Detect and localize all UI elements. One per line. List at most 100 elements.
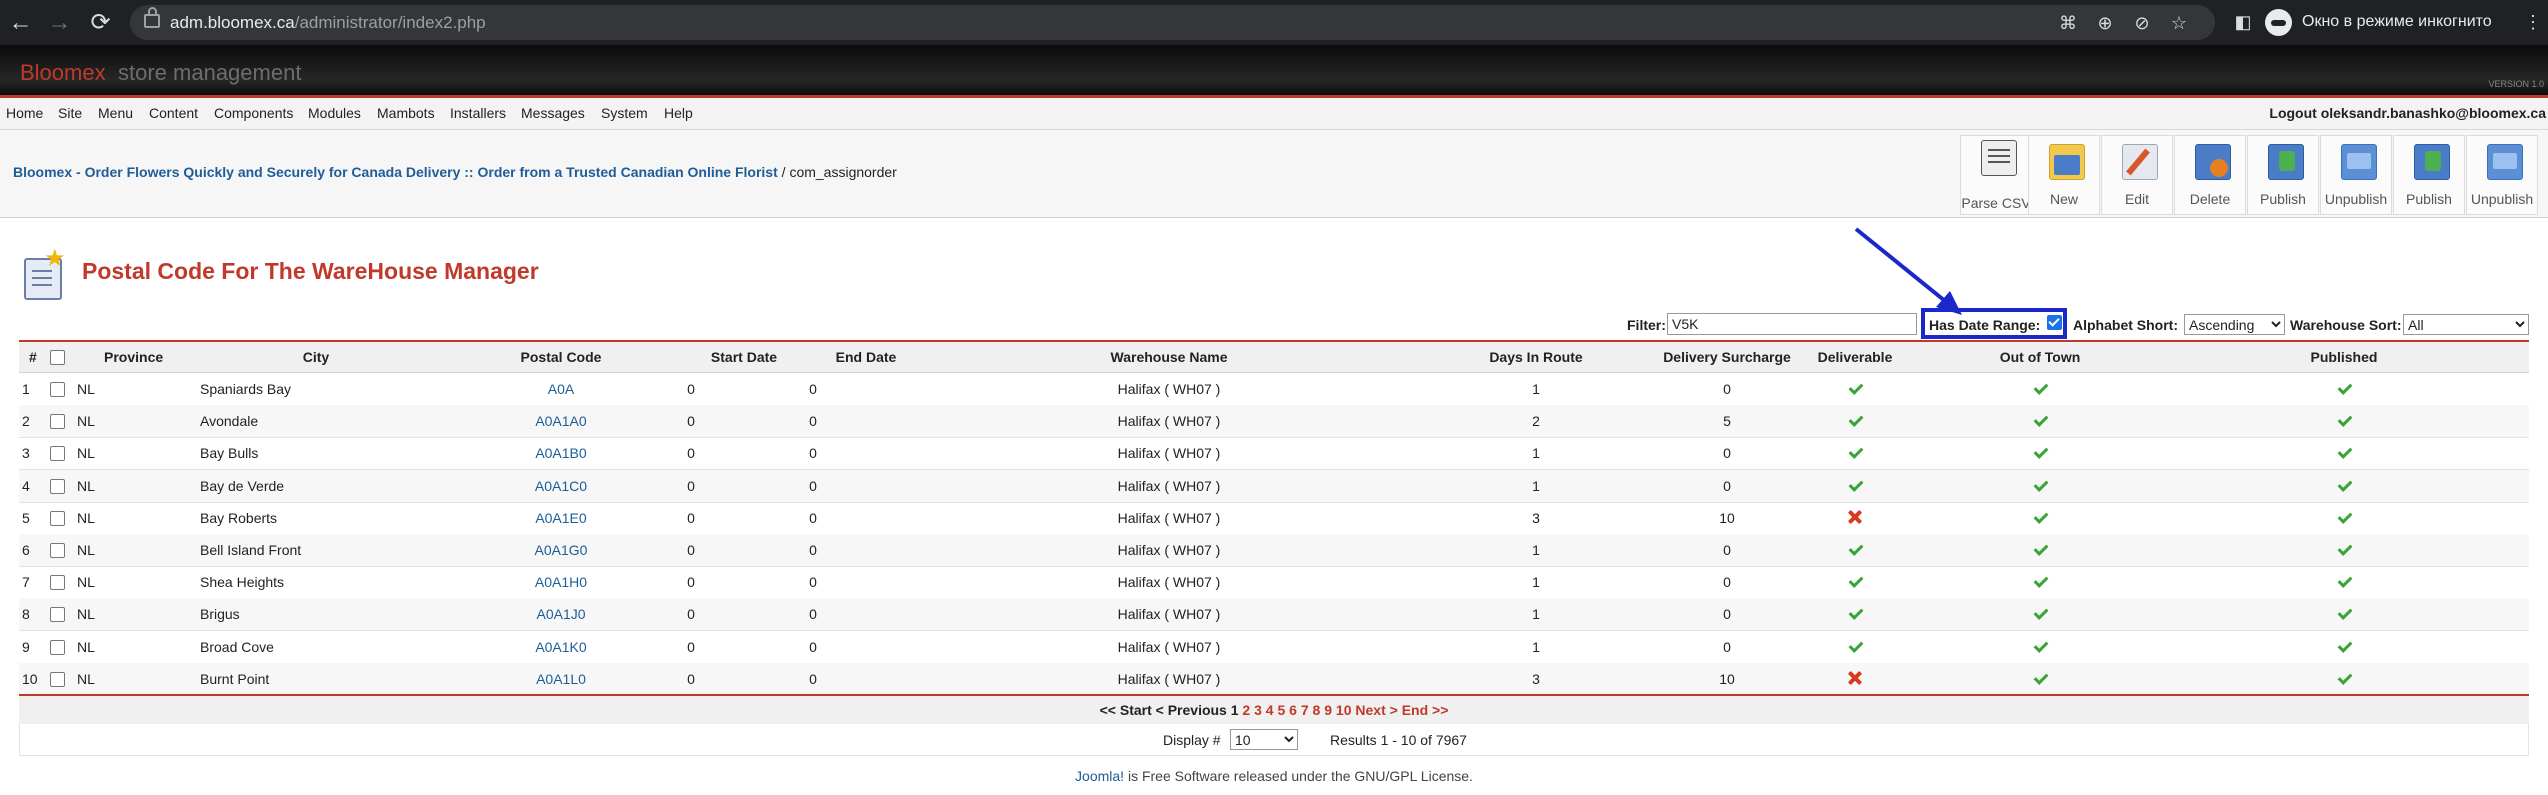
col-postal-code[interactable]: Postal Code [521,349,602,365]
out-of-town-check-icon[interactable] [2033,542,2047,556]
deliverable-check-icon[interactable] [1848,381,1862,395]
breadcrumb-site-link[interactable]: Bloomex - Order Flowers Quickly and Secu… [13,164,778,180]
delete-button[interactable]: Delete [2174,135,2246,215]
menu-modules[interactable]: Modules [308,105,361,121]
parse-csv-button[interactable]: Parse CSV [1960,135,2032,215]
row-checkbox[interactable] [50,671,65,687]
out-of-town-check-icon[interactable] [2033,639,2047,653]
cell-postal-code[interactable]: A0A [548,381,574,397]
published-check-icon[interactable] [2337,671,2351,685]
menu-system[interactable]: System [601,105,648,121]
menu-content[interactable]: Content [149,105,198,121]
col-delivery-surcharge[interactable]: Delivery Surcharge [1663,349,1791,365]
publish-button-2[interactable]: Publish [2393,135,2465,215]
page-link[interactable]: 10 [1336,702,1352,718]
row-checkbox[interactable] [50,543,65,558]
menu-mambots[interactable]: Mambots [377,105,435,121]
side-panel-icon[interactable]: ◧ [2230,9,2256,35]
col-out-of-town[interactable]: Out of Town [2000,349,2081,365]
page-link[interactable]: 5 [1277,702,1285,718]
bookmark-star-icon[interactable]: ☆ [2166,10,2192,36]
page-link[interactable]: 3 [1254,702,1262,718]
new-button[interactable]: New [2028,135,2100,215]
out-of-town-check-icon[interactable] [2033,606,2047,620]
reload-icon[interactable]: ⟳ [84,6,117,39]
cell-postal-code[interactable]: A0A1H0 [535,574,587,590]
cell-postal-code[interactable]: A0A1K0 [535,639,586,655]
select-all-checkbox[interactable] [50,350,65,365]
unpublish-button-2[interactable]: Unpublish [2466,135,2538,215]
address-bar[interactable]: adm.bloomex.ca/administrator/index2.php … [130,5,2215,40]
forward-icon[interactable]: → [43,6,76,39]
deliverable-check-icon[interactable] [1848,606,1862,620]
row-checkbox[interactable] [50,510,65,526]
col-start-date[interactable]: Start Date [711,349,777,365]
cell-postal-code[interactable]: A0A1J0 [536,606,585,622]
menu-components[interactable]: Components [214,105,293,121]
published-check-icon[interactable] [2337,606,2351,620]
published-check-icon[interactable] [2337,574,2351,588]
joomla-link[interactable]: Joomla! [1075,768,1124,784]
tracking-off-icon[interactable]: ⊘ [2129,10,2155,36]
col-end-date[interactable]: End Date [836,349,897,365]
col-days-in-route[interactable]: Days In Route [1489,349,1582,365]
publish-button[interactable]: Publish [2247,135,2319,215]
published-check-icon[interactable] [2337,478,2351,492]
deliverable-check-icon[interactable] [1848,639,1862,653]
published-check-icon[interactable] [2337,413,2351,427]
deliverable-check-icon[interactable] [1848,478,1862,492]
cell-postal-code[interactable]: A0A1G0 [535,542,588,558]
logout-link[interactable]: Logout oleksandr.banashko@bloomex.ca [2269,105,2546,121]
row-checkbox[interactable] [50,575,65,591]
row-checkbox[interactable] [50,446,65,462]
published-check-icon[interactable] [2337,510,2351,524]
warehouse-sort-select[interactable]: All [2403,314,2529,335]
page-link[interactable]: 4 [1266,702,1274,718]
published-check-icon[interactable] [2337,381,2351,395]
page-start-link[interactable]: << Start [1100,702,1152,718]
out-of-town-check-icon[interactable] [2033,671,2047,685]
page-link[interactable]: 7 [1301,702,1309,718]
zoom-icon[interactable]: ⊕ [2092,10,2118,36]
deliverable-check-icon[interactable] [1848,413,1862,427]
display-count-select[interactable]: 10 [1230,729,1298,750]
menu-installers[interactable]: Installers [450,105,506,121]
deliverable-check-icon[interactable] [1848,445,1862,459]
published-check-icon[interactable] [2337,445,2351,459]
col-published[interactable]: Published [2311,349,2378,365]
deliverable-cross-icon[interactable] [1847,509,1863,525]
menu-help[interactable]: Help [664,105,693,121]
unpublish-button[interactable]: Unpublish [2320,135,2392,215]
out-of-town-check-icon[interactable] [2033,413,2047,427]
row-checkbox[interactable] [50,382,65,397]
page-end-link[interactable]: End >> [1402,702,1449,718]
cell-postal-code[interactable]: A0A1A0 [535,413,586,429]
out-of-town-check-icon[interactable] [2033,381,2047,395]
out-of-town-check-icon[interactable] [2033,445,2047,459]
col-province[interactable]: Province [104,349,163,365]
menu-menu[interactable]: Menu [98,105,133,121]
out-of-town-check-icon[interactable] [2033,478,2047,492]
page-prev-link[interactable]: < Previous [1156,702,1227,718]
page-link[interactable]: 2 [1242,702,1250,718]
out-of-town-check-icon[interactable] [2033,510,2047,524]
has-date-range-checkbox[interactable] [2047,315,2062,330]
deliverable-check-icon[interactable] [1848,574,1862,588]
cell-postal-code[interactable]: A0A1L0 [536,671,586,687]
menu-home[interactable]: Home [6,105,43,121]
row-checkbox[interactable] [50,414,65,430]
page-link[interactable]: 8 [1313,702,1321,718]
out-of-town-check-icon[interactable] [2033,574,2047,588]
deliverable-check-icon[interactable] [1848,542,1862,556]
published-check-icon[interactable] [2337,542,2351,556]
filter-input[interactable] [1667,313,1917,335]
cell-postal-code[interactable]: A0A1C0 [535,478,587,494]
page-link[interactable]: 6 [1289,702,1297,718]
published-check-icon[interactable] [2337,639,2351,653]
menu-site[interactable]: Site [58,105,82,121]
col-warehouse-name[interactable]: Warehouse Name [1111,349,1228,365]
col-deliverable[interactable]: Deliverable [1818,349,1893,365]
page-link[interactable]: 9 [1324,702,1332,718]
page-next-link[interactable]: Next > [1355,702,1397,718]
back-icon[interactable]: ← [4,6,37,39]
